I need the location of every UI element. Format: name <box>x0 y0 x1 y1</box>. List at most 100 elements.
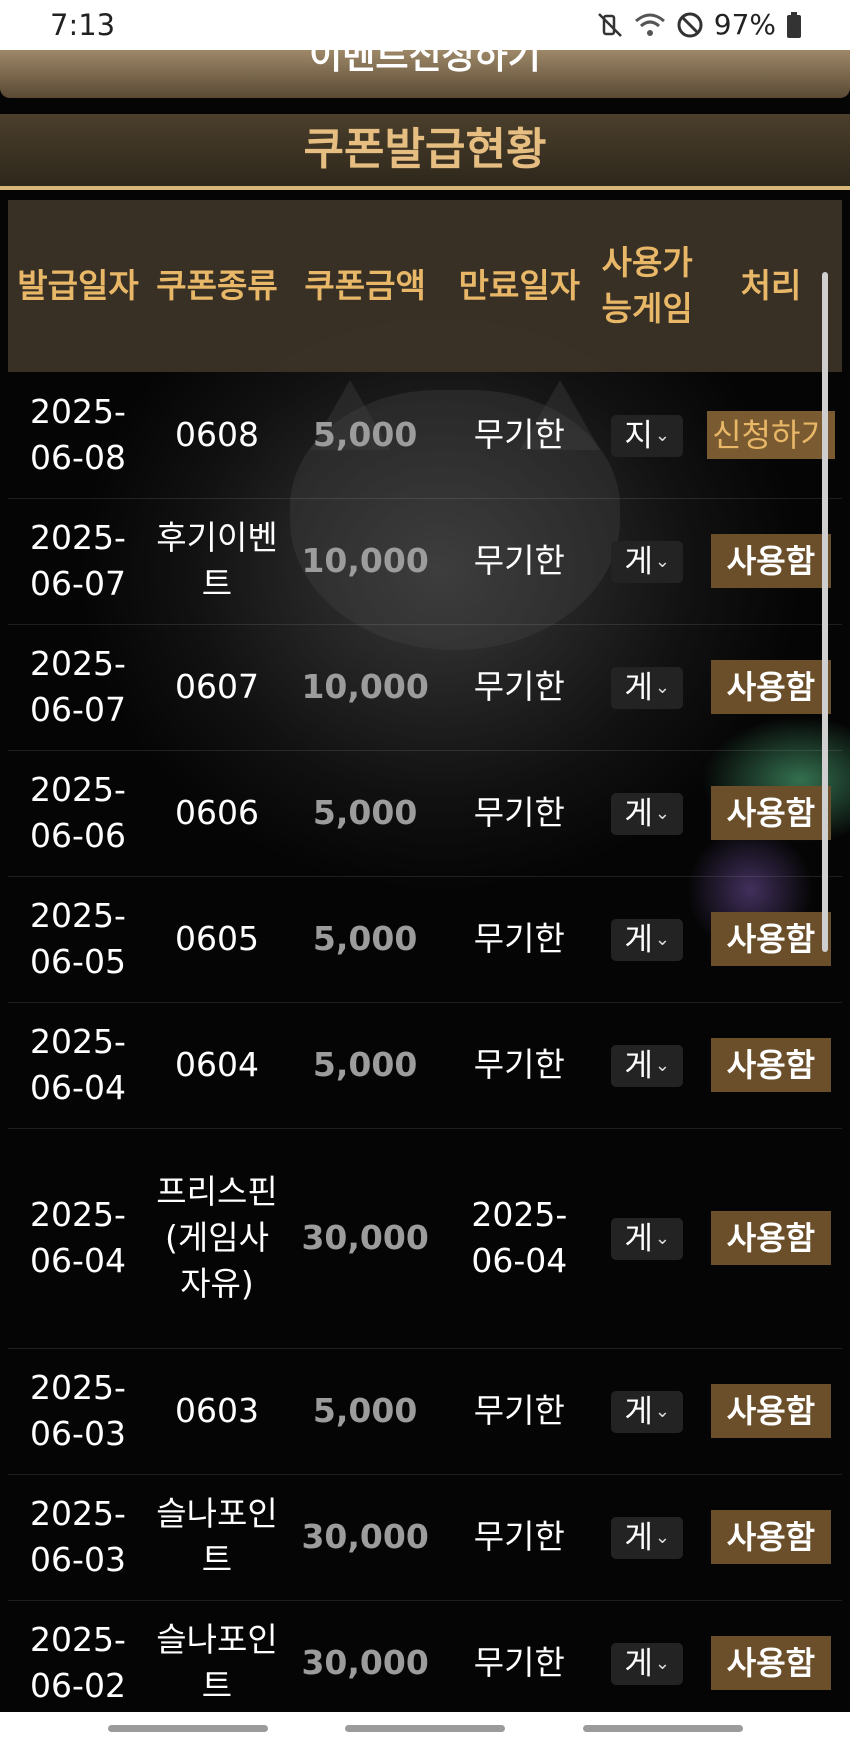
game-select[interactable]: 게 ⌄ <box>611 793 684 835</box>
cell-expiry: 무기한 <box>444 624 595 751</box>
game-select-value: 게 <box>624 1520 653 1556</box>
cell-amount: 5,000 <box>285 372 445 499</box>
used-button[interactable]: 사용함 <box>710 534 831 588</box>
cell-amount: 5,000 <box>285 1348 445 1475</box>
navigation-bar <box>0 1712 850 1747</box>
nav-recents-handle[interactable] <box>108 1725 268 1732</box>
cell-date: 2025-06-05 <box>8 876 148 1003</box>
cell-date: 2025-06-02 <box>8 1600 148 1727</box>
game-select[interactable]: 게 ⌄ <box>611 1643 684 1685</box>
chevron-down-icon: ⌄ <box>654 551 670 572</box>
used-button[interactable]: 사용함 <box>710 1510 831 1564</box>
cell-date: 2025-06-06 <box>8 750 148 877</box>
cell-game: 게 ⌄ <box>594 1348 700 1475</box>
table-row: 2025-06-03 0603 5,000 무기한 게 ⌄ 사용함 <box>8 1348 842 1475</box>
cell-game: 게 ⌄ <box>594 1600 700 1727</box>
table-row: 2025-06-07 0607 10,000 무기한 게 ⌄ 사용함 <box>8 624 842 751</box>
used-button[interactable]: 사용함 <box>710 1384 831 1438</box>
used-button[interactable]: 사용함 <box>710 1636 831 1690</box>
cell-action: 신청하기 <box>699 372 842 499</box>
used-button[interactable]: 사용함 <box>710 660 831 714</box>
cell-amount: 10,000 <box>285 498 445 625</box>
table-row: 2025-06-03 슬나포인트 30,000 무기한 게 ⌄ 사용함 <box>8 1474 842 1601</box>
status-bar: 7:13 97% <box>0 0 850 50</box>
cell-type: 프리스핀 (게임사자유) <box>148 1128 286 1349</box>
game-select[interactable]: 게 ⌄ <box>611 1517 684 1559</box>
do-not-disturb-icon <box>676 11 704 39</box>
cell-game: 지 ⌄ <box>594 372 700 499</box>
cell-action: 사용함 <box>699 1600 842 1727</box>
game-select[interactable]: 게 ⌄ <box>611 1391 684 1433</box>
cell-type: 0607 <box>148 624 286 751</box>
chevron-down-icon: ⌄ <box>654 929 670 950</box>
used-button[interactable]: 사용함 <box>710 786 831 840</box>
scrollbar[interactable] <box>822 272 828 952</box>
game-select-value: 게 <box>624 1394 653 1430</box>
event-apply-button[interactable]: 이벤트신청하기 <box>0 48 850 98</box>
used-button[interactable]: 사용함 <box>710 912 831 966</box>
vibrate-mute-icon <box>596 11 624 39</box>
game-select-value: 게 <box>624 670 653 706</box>
game-select-value: 게 <box>624 1221 653 1257</box>
nav-home-handle[interactable] <box>345 1725 505 1732</box>
game-select[interactable]: 게 ⌄ <box>611 541 684 583</box>
cell-date: 2025-06-04 <box>8 1128 148 1349</box>
cell-amount: 30,000 <box>285 1474 445 1601</box>
cell-expiry: 무기한 <box>444 750 595 877</box>
table-row: 2025-06-08 0608 5,000 무기한 지 ⌄ 신청하기 <box>8 372 842 499</box>
chevron-down-icon: ⌄ <box>654 1055 670 1076</box>
used-button[interactable]: 사용함 <box>710 1211 831 1265</box>
table-row: 2025-06-04 0604 5,000 무기한 게 ⌄ 사용함 <box>8 1002 842 1129</box>
wifi-icon <box>634 12 666 38</box>
table-row: 2025-06-04 프리스핀 (게임사자유) 30,000 2025-06-0… <box>8 1128 842 1349</box>
table-row: 2025-06-02 슬나포인트 30,000 무기한 게 ⌄ 사용함 <box>8 1600 842 1727</box>
chevron-down-icon: ⌄ <box>654 677 670 698</box>
cell-action: 사용함 <box>699 1002 842 1129</box>
header-game: 사용가능게임 <box>601 243 693 328</box>
game-select[interactable]: 게 ⌄ <box>611 1218 684 1260</box>
cell-expiry: 무기한 <box>444 876 595 1003</box>
cell-expiry: 2025-06-04 <box>444 1128 595 1349</box>
chevron-down-icon: ⌄ <box>654 1401 670 1422</box>
header-date: 발급일자 <box>17 266 139 305</box>
chevron-down-icon: ⌄ <box>654 1653 670 1674</box>
game-select[interactable]: 지 ⌄ <box>611 414 684 457</box>
game-select[interactable]: 게 ⌄ <box>611 919 684 961</box>
chevron-down-icon: ⌄ <box>654 1228 670 1249</box>
status-time: 7:13 <box>50 8 116 42</box>
cell-action: 사용함 <box>699 876 842 1003</box>
table-row: 2025-06-06 0606 5,000 무기한 게 ⌄ 사용함 <box>8 750 842 877</box>
cell-date: 2025-06-07 <box>8 624 148 751</box>
cell-type: 후기이벤트 <box>148 498 286 625</box>
table-row: 2025-06-05 0605 5,000 무기한 게 ⌄ 사용함 <box>8 876 842 1003</box>
game-select-value: 게 <box>624 922 653 958</box>
battery-icon <box>786 11 802 39</box>
status-icons: 97% <box>596 8 802 41</box>
cell-type: 0608 <box>148 372 286 499</box>
header-expiry: 만료일자 <box>458 266 581 305</box>
game-select[interactable]: 게 ⌄ <box>611 1045 684 1087</box>
header-amount: 쿠폰금액 <box>304 266 426 305</box>
cell-type: 0603 <box>148 1348 286 1475</box>
cell-type: 0604 <box>148 1002 286 1129</box>
cell-amount: 10,000 <box>285 624 445 751</box>
cell-action: 사용함 <box>699 750 842 877</box>
cell-expiry: 무기한 <box>444 1600 595 1727</box>
cell-amount: 30,000 <box>285 1128 445 1349</box>
chevron-down-icon: ⌄ <box>654 803 670 824</box>
cell-expiry: 무기한 <box>444 1474 595 1601</box>
cell-action: 사용함 <box>699 1128 842 1349</box>
cell-action: 사용함 <box>699 1348 842 1475</box>
cell-type: 0605 <box>148 876 286 1003</box>
cell-action: 사용함 <box>699 498 842 625</box>
nav-back-handle[interactable] <box>583 1725 743 1732</box>
cell-game: 게 ⌄ <box>594 1474 700 1601</box>
used-button[interactable]: 사용함 <box>710 1038 831 1092</box>
apply-button[interactable]: 신청하기 <box>706 410 835 459</box>
section-title: 쿠폰발급현황 <box>0 114 850 190</box>
header-type: 쿠폰종류 <box>156 266 278 305</box>
game-select[interactable]: 게 ⌄ <box>611 667 684 709</box>
cell-amount: 5,000 <box>285 876 445 1003</box>
cell-amount: 5,000 <box>285 750 445 877</box>
table-header-row: 발급일자 쿠폰종류 쿠폰금액 만료일자 사용가능게임 처리 <box>8 200 842 372</box>
